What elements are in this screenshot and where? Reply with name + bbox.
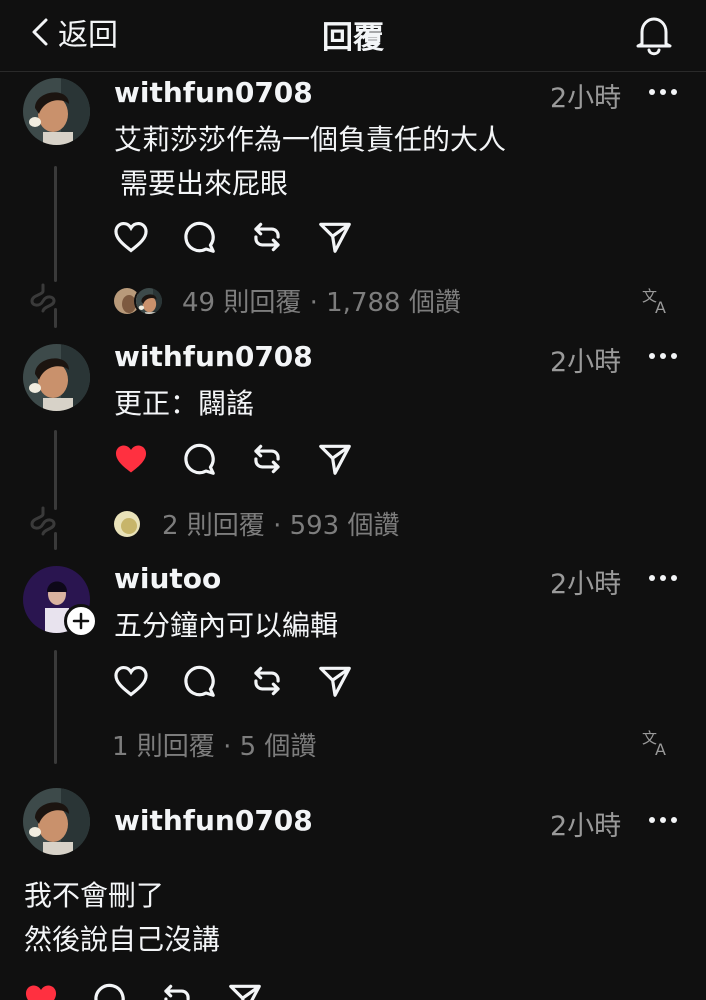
- heart-icon[interactable]: [22, 980, 60, 1000]
- top-bar: 返回 回覆: [0, 0, 706, 72]
- action-bar: [112, 440, 354, 478]
- timestamp: 2小時: [550, 811, 622, 842]
- reply-stats[interactable]: 1 則回覆 · 5 個讚: [112, 726, 316, 763]
- action-bar: [22, 980, 264, 1000]
- stats-text: 49 則回覆 · 1,788 個讚: [182, 288, 461, 318]
- share-icon[interactable]: [316, 440, 354, 478]
- timestamp: 2小時: [550, 347, 622, 378]
- post-text-line: 需要出來屁眼: [120, 167, 289, 200]
- thread-line: [54, 430, 57, 510]
- more-icon[interactable]: [646, 810, 680, 830]
- action-bar: [112, 218, 354, 256]
- page-title: 回覆: [322, 20, 384, 56]
- stats-text: 1 則回覆 · 5 個讚: [112, 732, 317, 762]
- post-text-line: 我不會刪了: [24, 879, 165, 912]
- comment-icon[interactable]: [180, 440, 218, 478]
- post-text-line: 艾莉莎莎作為一個負責任的大人: [114, 123, 507, 156]
- comment-icon[interactable]: [90, 980, 128, 1000]
- reply-stats[interactable]: 49 則回覆 · 1,788 個讚: [112, 282, 461, 319]
- thread-line: [54, 308, 57, 328]
- more-icon[interactable]: [646, 82, 680, 102]
- post-text-line: 更正：闢謠: [114, 387, 255, 420]
- bell-icon[interactable]: [630, 10, 678, 58]
- reply-post: withfun0708 2小時 艾莉莎莎作為一個負責任的大人 需要出來屁眼 49…: [0, 72, 706, 340]
- thread-line: [54, 650, 57, 764]
- comment-icon[interactable]: [180, 218, 218, 256]
- thread-line: [54, 166, 57, 282]
- share-icon[interactable]: [316, 662, 354, 700]
- translate-icon[interactable]: [640, 726, 674, 760]
- reply-post: withfun0708 2小時 我不會刪了 然後說自己沒講: [0, 784, 706, 1000]
- share-icon[interactable]: [316, 218, 354, 256]
- more-icon[interactable]: [646, 346, 680, 366]
- repost-icon[interactable]: [248, 662, 286, 700]
- username[interactable]: withfun0708: [114, 340, 313, 373]
- heart-icon[interactable]: [112, 662, 150, 700]
- reply-stats[interactable]: 2 則回覆 · 593 個讚: [112, 505, 400, 542]
- username[interactable]: withfun0708: [114, 76, 313, 109]
- username[interactable]: wiutoo: [114, 562, 221, 595]
- action-bar: [112, 662, 354, 700]
- avatar[interactable]: [23, 78, 90, 145]
- comment-icon[interactable]: [180, 662, 218, 700]
- translate-icon[interactable]: [640, 284, 674, 318]
- replier-avatar: [134, 285, 164, 316]
- avatar[interactable]: [23, 788, 90, 855]
- repost-icon[interactable]: [248, 218, 286, 256]
- reply-post: withfun0708 2小時 更正：闢謠 2 則回覆 · 593 個讚: [0, 340, 706, 562]
- replier-avatar: [112, 508, 142, 539]
- timestamp: 2小時: [550, 569, 622, 600]
- repost-icon[interactable]: [248, 440, 286, 478]
- heart-icon[interactable]: [112, 218, 150, 256]
- repost-icon[interactable]: [158, 980, 196, 1000]
- follow-plus-icon[interactable]: [64, 604, 98, 638]
- post-text-line: 然後說自己沒講: [24, 923, 221, 956]
- stats-text: 2 則回覆 · 593 個讚: [162, 511, 400, 541]
- timestamp: 2小時: [550, 83, 622, 114]
- share-icon[interactable]: [226, 980, 264, 1000]
- heart-icon[interactable]: [112, 440, 150, 478]
- username[interactable]: withfun0708: [114, 804, 313, 837]
- more-icon[interactable]: [646, 568, 680, 588]
- thread-line: [54, 532, 57, 550]
- post-text-line: 五分鐘內可以編輯: [114, 609, 339, 642]
- reply-post: wiutoo 2小時 五分鐘內可以編輯 1 則回覆 · 5 個讚: [0, 562, 706, 784]
- avatar[interactable]: [23, 344, 90, 411]
